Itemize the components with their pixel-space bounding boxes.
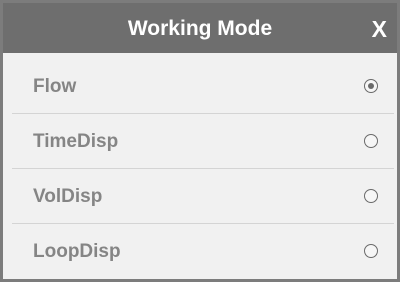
mode-option-timedisp[interactable]: TimeDisp: [12, 114, 394, 169]
mode-option-flow[interactable]: Flow: [12, 59, 394, 114]
mode-option-label: LoopDisp: [33, 241, 121, 262]
radio-button[interactable]: [364, 134, 378, 148]
dialog-title: Working Mode: [127, 17, 273, 40]
mode-list: Flow TimeDisp VolDisp LoopDisp: [12, 59, 394, 279]
radio-button[interactable]: [364, 189, 378, 203]
mode-option-voldisp[interactable]: VolDisp: [12, 169, 394, 224]
mode-option-loopdisp[interactable]: LoopDisp: [12, 224, 394, 279]
mode-option-label: TimeDisp: [33, 131, 119, 152]
dialog-titlebar: Working Mode X: [3, 3, 397, 53]
radio-button[interactable]: [364, 79, 378, 93]
radio-button[interactable]: [364, 244, 378, 258]
working-mode-dialog: Working Mode X Flow TimeDisp VolDisp Loo…: [0, 0, 400, 282]
mode-option-label: Flow: [33, 76, 77, 97]
close-button[interactable]: X: [372, 3, 387, 55]
mode-option-label: VolDisp: [33, 186, 103, 207]
